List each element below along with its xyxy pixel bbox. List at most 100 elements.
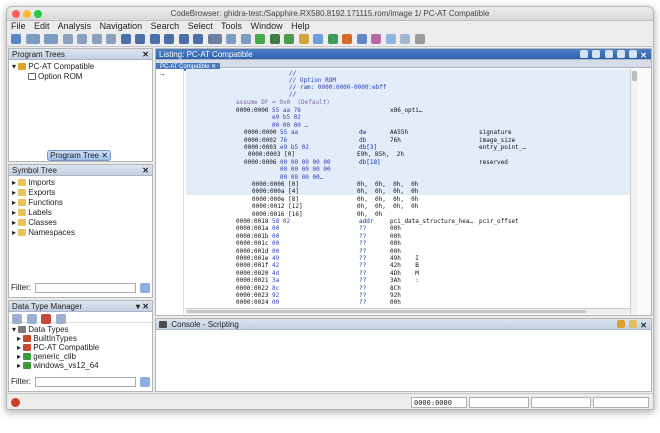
menu-analysis[interactable]: Analysis <box>58 21 92 31</box>
navigate-value-icon[interactable] <box>164 34 175 44</box>
menu-edit[interactable]: Edit <box>34 21 50 31</box>
filter-options-icon[interactable] <box>140 377 150 387</box>
menu-help[interactable]: Help <box>291 21 310 31</box>
tree-node-option-rom[interactable]: Option ROM <box>12 72 149 82</box>
listing-row[interactable]: e9 b5 02 <box>186 114 630 121</box>
tab-program-tree[interactable]: Program Tree ✕ <box>47 150 111 161</box>
scrollbar-thumb[interactable] <box>632 71 637 81</box>
back-icon[interactable] <box>25 34 40 44</box>
listing-row[interactable]: 0000:0003 e9 b5 02 db[3] entry_point_… <box>186 144 630 151</box>
data-type-filter-input[interactable] <box>35 377 136 387</box>
listing-row[interactable]: 0000:0016 [16] 0h, 0h <box>186 211 630 218</box>
listing-row[interactable]: 0000:001c 00?? 00h <box>186 240 630 247</box>
scrollbar-thumb[interactable] <box>186 310 586 313</box>
close-icon[interactable]: ▾ ✕ <box>136 301 149 311</box>
navigate-flow-icon[interactable] <box>178 34 189 44</box>
listing-row[interactable]: 0000:0024 00?? 00h <box>186 299 630 306</box>
listing-row[interactable]: 0000:0000 55 aa dw AA55h signature <box>186 129 630 136</box>
status-alert-icon[interactable] <box>11 398 20 407</box>
menu-file[interactable]: File <box>11 21 26 31</box>
function-graph-icon[interactable] <box>298 34 309 44</box>
console-output[interactable] <box>156 331 651 391</box>
close-icon[interactable]: ✕ <box>640 51 647 59</box>
navigate-bookmark-icon[interactable] <box>135 34 146 44</box>
tree-node-windows-vs12[interactable]: ▸ windows_vs12_64 <box>12 361 149 370</box>
navigate-data-icon[interactable] <box>62 34 73 44</box>
listing-row[interactable]: 0000:0021 3a?? 3Ah : <box>186 277 630 284</box>
back-icon[interactable] <box>12 314 22 324</box>
listing-row[interactable]: 0000:001a 00?? 00h <box>186 225 630 232</box>
tree-node-classes[interactable]: ▸ Classes <box>12 218 149 228</box>
listing-row[interactable]: 0000:001e 49?? 49h I <box>186 255 630 262</box>
script-manager-icon[interactable] <box>327 34 338 44</box>
navigate-function-icon[interactable] <box>91 34 102 44</box>
listing-row[interactable]: 0000:001d 00?? 00h <box>186 248 630 255</box>
paste-icon[interactable] <box>592 50 601 58</box>
collapse-icon[interactable] <box>55 314 66 324</box>
listing-row[interactable]: 0000:0000 55 aa 76 x86_opti… <box>186 107 630 114</box>
undo-icon[interactable] <box>226 34 237 44</box>
toggle-header-icon[interactable] <box>629 50 638 58</box>
navigate-instruction-icon[interactable] <box>77 34 88 44</box>
close-icon[interactable]: ✕ <box>640 321 647 329</box>
tree-node-data-types[interactable]: ▾ Data Types <box>12 325 149 334</box>
debug-icon[interactable] <box>371 34 382 44</box>
tree-node-pc-at[interactable]: ▸ PC-AT Compatible <box>12 343 149 352</box>
filter-menu-icon[interactable] <box>207 34 222 44</box>
listing-row[interactable]: 0000:0006 [0] 0h, 0h, 0h, 0h <box>186 181 630 188</box>
listing-row[interactable]: 0000:0012 [12] 0h, 0h, 0h, 0h <box>186 203 630 210</box>
navigate-undefined-icon[interactable] <box>106 34 117 44</box>
menu-window[interactable]: Window <box>251 21 283 31</box>
close-icon[interactable]: ✕ <box>142 165 149 175</box>
listing-row[interactable]: 0000:000a [4] 0h, 0h, 0h, 0h <box>186 188 630 195</box>
listing-row[interactable]: 0000:0022 8c?? 8Ch <box>186 285 630 292</box>
tree-node-labels[interactable]: ▸ Labels <box>12 208 149 218</box>
clear-console-icon[interactable] <box>616 320 625 328</box>
symbol-table-icon[interactable] <box>356 34 367 44</box>
tree-node-imports[interactable]: ▸ Imports <box>12 178 149 188</box>
navigate-xref-icon[interactable] <box>193 34 204 44</box>
menu-search[interactable]: Search <box>151 21 180 31</box>
listing-row[interactable]: 0000:0023 92?? 92h <box>186 292 630 299</box>
minimize-window-icon[interactable] <box>23 10 31 18</box>
filter-icon[interactable] <box>41 314 52 324</box>
horizontal-scrollbar[interactable] <box>186 308 630 314</box>
tree-node-builtin[interactable]: ▸ BuiltInTypes <box>12 334 149 343</box>
bytes-viewer-icon[interactable] <box>269 34 280 44</box>
listing-row[interactable]: 0000:0006 00 00 00 00 00 db[18] reserved <box>186 159 630 166</box>
navigate-different-icon[interactable] <box>149 34 160 44</box>
listing-row[interactable]: 0000:0002 76 db 76h image_size <box>186 137 630 144</box>
forward-icon[interactable] <box>26 314 37 324</box>
tree-node-exports[interactable]: ▸ Exports <box>12 188 149 198</box>
save-icon[interactable] <box>11 34 21 44</box>
listing-row[interactable]: 0000:0018 58 02 addr pci_data_structure_hea… <box>186 218 630 225</box>
close-window-icon[interactable] <box>12 10 20 18</box>
vertical-scrollbar[interactable] <box>630 69 638 315</box>
listing-row[interactable]: 00 00 00 00 00 <box>186 166 630 173</box>
data-type-icon[interactable] <box>385 34 396 44</box>
filter-options-icon[interactable] <box>140 283 150 293</box>
tool-options-icon[interactable] <box>414 34 425 44</box>
close-icon[interactable]: ✕ <box>142 49 149 59</box>
register-manager-icon[interactable] <box>342 34 353 44</box>
forward-icon[interactable] <box>44 34 59 44</box>
snapshot-icon[interactable] <box>616 50 625 58</box>
console-options-icon[interactable] <box>629 320 638 328</box>
menu-tools[interactable]: Tools <box>221 21 242 31</box>
decompiler-icon[interactable] <box>284 34 295 44</box>
overview-margin[interactable] <box>639 69 651 315</box>
listing-row[interactable]: 0000:001b 00?? 00h <box>186 233 630 240</box>
redo-icon[interactable] <box>240 34 251 44</box>
tree-node-generic-clib[interactable]: ▸ generic_clib <box>12 352 149 361</box>
listing-row[interactable]: 00 00 00 … <box>186 122 630 129</box>
listing-row[interactable]: 0000:0003 [0] E9h, B5h, 2h <box>186 151 630 158</box>
menu-select[interactable]: Select <box>188 21 213 31</box>
listing-row[interactable]: 0000:001f 42?? 42h B <box>186 262 630 269</box>
listing-row[interactable]: 00 00 00 00… <box>186 174 630 181</box>
tree-node-functions[interactable]: ▸ Functions <box>12 198 149 208</box>
copy-icon[interactable] <box>580 50 589 58</box>
check-icon[interactable] <box>255 34 266 44</box>
tree-node-namespaces[interactable]: ▸ Namespaces <box>12 228 149 238</box>
field-editor-icon[interactable] <box>604 50 613 58</box>
listing-body[interactable]: // // Option ROM // ram: 0000:0000-0000:… <box>186 69 630 315</box>
